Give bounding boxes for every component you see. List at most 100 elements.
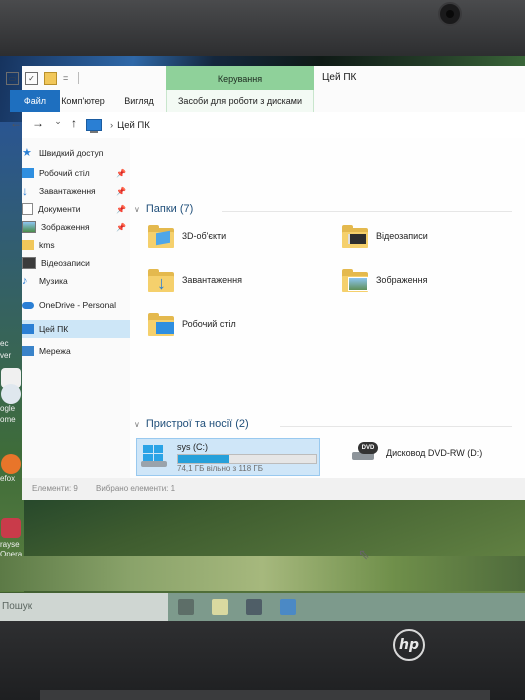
nav-label: Зображення: [41, 222, 90, 232]
laptop-bezel-top: [0, 0, 525, 58]
downloads-folder-icon: ↓: [148, 268, 174, 292]
drive-dvd-tile[interactable]: DVD Дисковод DVD-RW (D:): [352, 442, 482, 464]
mail-icon[interactable]: [280, 599, 296, 615]
checkmark-icon[interactable]: ✓: [25, 71, 38, 85]
status-bar: Елементи: 9 Вибрано елементи: 1: [22, 478, 525, 500]
desktop-label: efox: [0, 474, 16, 483]
dvd-badge: DVD: [358, 442, 378, 454]
desktop-icons-strip: ec ver ogle ome efox rayse Opera: [0, 122, 24, 592]
pin-icon: 📌: [116, 222, 126, 232]
folder-label: 3D-об'єкти: [182, 231, 227, 241]
up-button[interactable]: ↑: [66, 116, 82, 130]
group-title: Пристрої та носії (2): [145, 418, 249, 430]
folder-3d-objects[interactable]: 3D-об'єкти: [148, 224, 226, 248]
group-folders-header[interactable]: ∨ Папки (7): [134, 203, 193, 215]
windows-logo-icon: [143, 445, 163, 461]
nav-label: Цей ПК: [39, 324, 69, 334]
pin-icon: 📌: [116, 168, 126, 178]
customize-quick-access-button[interactable]: =: [63, 73, 68, 83]
nav-label: Завантаження: [39, 186, 96, 196]
folder-label: Зображення: [376, 275, 428, 285]
desktop-label: ec: [0, 339, 9, 348]
file-explorer-taskbar-icon[interactable]: [212, 599, 228, 615]
address-path[interactable]: › Цей ПК: [86, 116, 506, 134]
store-icon[interactable]: [246, 599, 262, 615]
nav-label: Мережа: [39, 346, 71, 356]
nav-label: Робочий стіл: [39, 168, 90, 178]
pictures-icon: [22, 221, 36, 233]
tab-drive-tools[interactable]: Засоби для роботи з дисками: [166, 90, 314, 113]
group-title: Папки (7): [145, 203, 194, 215]
folder-downloads[interactable]: ↓ Завантаження: [148, 268, 242, 292]
tab-view[interactable]: Вигляд: [116, 90, 162, 112]
content-pane: ∨ Папки (7) 3D-об'єкти Відеозаписи ↓ Зав…: [130, 138, 525, 562]
drive-usage-bar: [177, 454, 317, 464]
webcam: [438, 2, 462, 26]
group-divider: [280, 426, 512, 427]
3d-objects-icon: [148, 224, 174, 248]
new-folder-icon[interactable]: [44, 71, 57, 85]
folder-label: Відеозаписи: [376, 231, 428, 241]
document-icon: [22, 203, 33, 215]
desktop-label: ome: [0, 415, 16, 424]
ribbon-tabs: Файл Комп'ютер Вигляд Засоби для роботи …: [10, 90, 525, 113]
desktop-wallpaper-bottom: [0, 556, 525, 591]
chrome-icon[interactable]: [1, 384, 21, 404]
back-button[interactable]: ←: [8, 116, 24, 130]
taskbar-search-input[interactable]: Пошук: [0, 593, 168, 621]
address-bar: ← → ⌄ ↑ › Цей ПК: [10, 112, 525, 139]
toolbar-divider: [78, 72, 80, 84]
nav-item-videos[interactable]: Відеозаписи: [22, 254, 130, 272]
desktop-icon: [22, 168, 34, 178]
nav-item-desktop[interactable]: Робочий стіл 📌: [22, 164, 130, 182]
nav-item-pictures[interactable]: Зображення 📌: [22, 218, 130, 236]
this-pc-icon: [86, 119, 102, 133]
chevron-down-icon: ∨: [134, 419, 140, 429]
hard-drive-icon: [141, 461, 167, 467]
file-explorer-window: ▭ ✓ = Керування Цей ПК Файл Комп'ютер Ви…: [6, 66, 525, 562]
nav-item-documents[interactable]: Документи 📌: [22, 200, 130, 218]
folder-pictures[interactable]: Зображення: [342, 268, 427, 292]
folder-videos[interactable]: Відеозаписи: [342, 224, 428, 248]
breadcrumb-this-pc[interactable]: Цей ПК: [117, 120, 150, 131]
nav-item-downloads[interactable]: ↓ Завантаження 📌: [22, 182, 130, 200]
desktop-label: ogle: [0, 404, 16, 413]
forward-button[interactable]: →: [30, 116, 46, 130]
nav-this-pc[interactable]: Цей ПК: [22, 320, 130, 338]
nav-item-kms[interactable]: kms: [22, 236, 130, 254]
task-view-icon[interactable]: [178, 599, 194, 615]
folder-desktop[interactable]: Робочий стіл: [148, 312, 236, 336]
nav-onedrive[interactable]: OneDrive - Personal: [22, 296, 130, 314]
laptop-bezel-bottom: [0, 621, 525, 700]
nav-network[interactable]: Мережа: [22, 342, 130, 360]
desktop-label: rayse: [0, 540, 20, 549]
pin-icon: 📌: [116, 204, 126, 214]
download-arrow-icon: ↓: [22, 184, 28, 198]
drive-name: sys (C:): [177, 442, 208, 452]
group-divider: [222, 211, 512, 212]
nav-label: Швидкий доступ: [39, 148, 104, 158]
drive-c-tile[interactable]: sys (C:) 74,1 ГБ вільно з 118 ГБ: [136, 438, 320, 476]
window-title: Цей ПК: [322, 72, 357, 83]
nav-label: Відеозаписи: [41, 258, 90, 268]
firefox-icon[interactable]: [1, 454, 21, 474]
title-bar: ▭ ✓ = Керування Цей ПК: [6, 66, 525, 90]
nav-label: Музика: [39, 276, 68, 286]
breadcrumb-separator: ›: [110, 119, 114, 131]
nav-quick-access[interactable]: ★ Швидкий доступ: [22, 144, 130, 162]
tab-computer[interactable]: Комп'ютер: [50, 90, 116, 112]
drive-name: Дисковод DVD-RW (D:): [386, 448, 483, 458]
properties-icon[interactable]: ▭: [6, 71, 19, 85]
group-devices-header[interactable]: ∨ Пристрої та носії (2): [134, 418, 249, 430]
pin-icon: 📌: [116, 186, 126, 196]
nav-item-music[interactable]: ♪ Музика: [22, 272, 130, 290]
network-icon: [22, 346, 34, 356]
hp-logo: hp: [393, 629, 425, 661]
folder-icon: [22, 240, 34, 250]
recent-locations-button[interactable]: ⌄: [50, 116, 66, 127]
folder-label: Завантаження: [182, 275, 242, 285]
folder-label: Робочий стіл: [182, 319, 236, 329]
opera-gx-icon[interactable]: [1, 518, 21, 538]
music-note-icon: ♪: [22, 275, 28, 287]
taskbar: Пошук: [0, 593, 525, 621]
